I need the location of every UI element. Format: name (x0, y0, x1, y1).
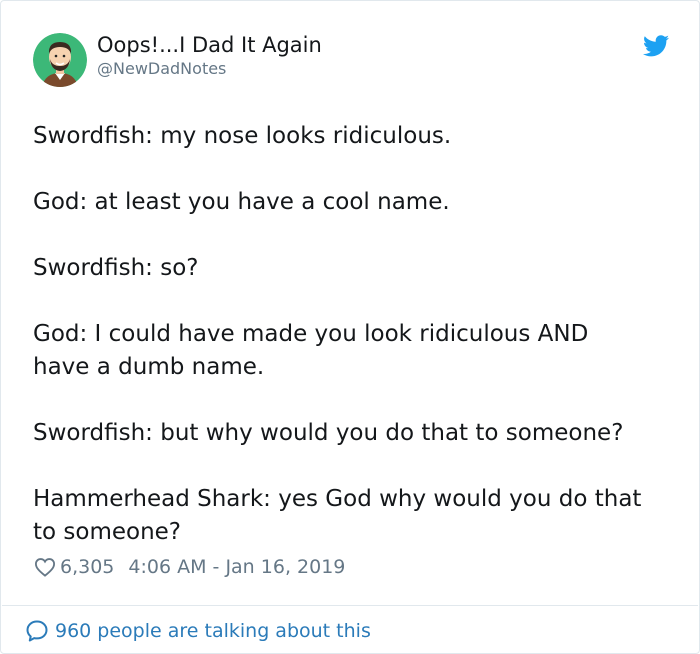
tweet-paragraph: God: I could have made you look ridiculo… (33, 318, 683, 384)
avatar[interactable] (33, 33, 87, 87)
tweet-paragraph: God: at least you have a cool name. (33, 186, 683, 219)
like-count[interactable]: 6,305 (60, 556, 114, 578)
tweet-paragraph: Swordfish: so? (33, 252, 683, 285)
tweet-paragraph: Hammerhead Shark: yes God why would you … (33, 483, 683, 549)
tweet-line: Swordfish: my nose looks ridiculous. (33, 123, 452, 149)
tweet-line: God: I could have made you look ridiculo… (33, 321, 589, 347)
author-handle[interactable]: @NewDadNotes (97, 59, 226, 79)
conversation-label[interactable]: 960 people are talking about this (55, 620, 371, 642)
tweet-line: Swordfish: so? (33, 255, 199, 281)
avatar-illustration (33, 33, 87, 87)
speech-bubble-icon (26, 620, 48, 642)
divider (2, 605, 698, 606)
tweet-timestamp[interactable]: 4:06 AM - Jan 16, 2019 (128, 556, 345, 578)
tweet-line: Hammerhead Shark: yes God why would you … (33, 486, 642, 512)
tweet-line: to someone? (33, 519, 182, 545)
tweet-card: Oops!...I Dad It Again @NewDadNotes Swor… (0, 0, 700, 654)
twitter-bird-icon[interactable] (643, 35, 669, 57)
tweet-line: Swordfish: but why would you do that to … (33, 420, 624, 446)
tweet-paragraph: Swordfish: but why would you do that to … (33, 417, 683, 450)
author-name[interactable]: Oops!...I Dad It Again (97, 32, 322, 58)
tweet-line: have a dumb name. (33, 354, 265, 380)
tweet-line: God: at least you have a cool name. (33, 189, 450, 215)
heart-icon[interactable] (34, 557, 56, 577)
tweet-text: Swordfish: my nose looks ridiculous. God… (33, 120, 683, 549)
tweet-paragraph: Swordfish: my nose looks ridiculous. (33, 120, 683, 153)
conversation-link[interactable]: 960 people are talking about this (25, 618, 371, 644)
tweet-meta: 6,305 4:06 AM - Jan 16, 2019 (34, 555, 345, 579)
